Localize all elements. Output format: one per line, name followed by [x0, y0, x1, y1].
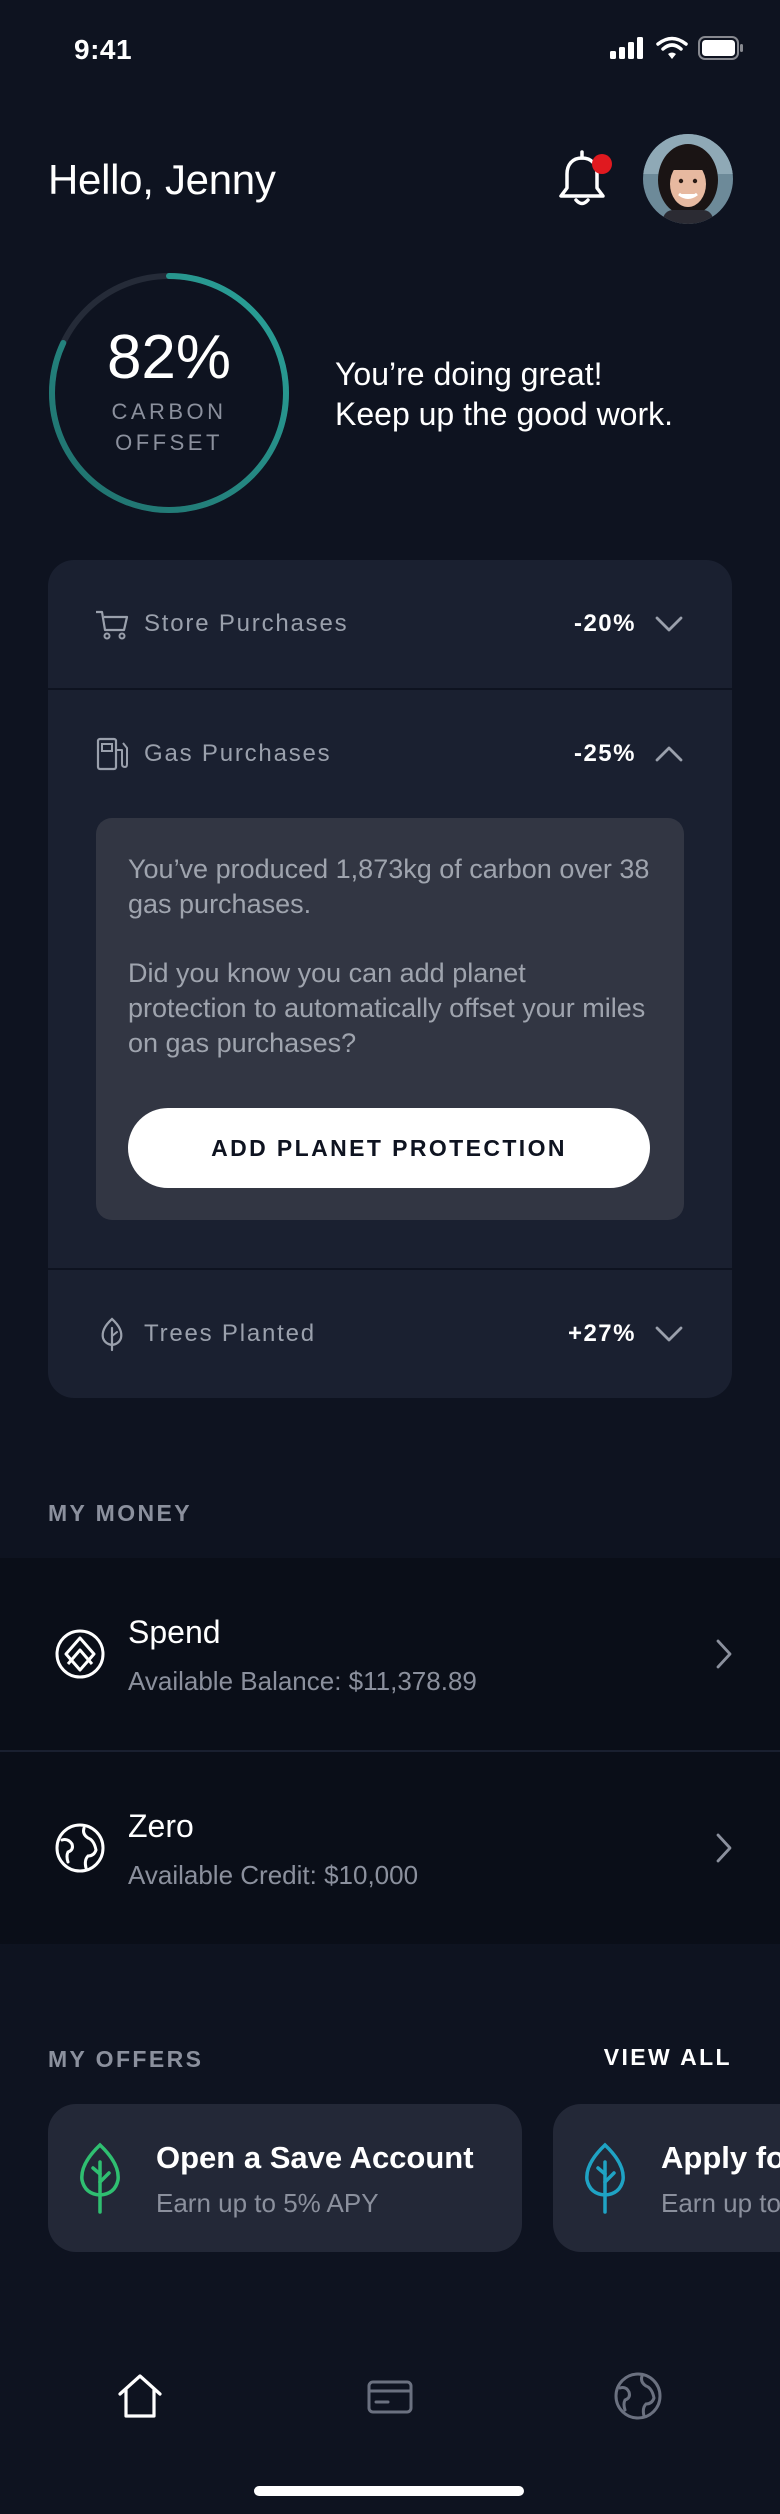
home-indicator[interactable]: [254, 2486, 524, 2496]
trees-planted-label: Trees Planted: [144, 1320, 316, 1347]
offer-subtitle: Earn up to: [661, 2188, 780, 2218]
store-purchases-value: -20%: [573, 610, 636, 637]
avatar[interactable]: [643, 134, 733, 224]
chevron-down-icon[interactable]: [654, 1324, 684, 1344]
card-icon[interactable]: [362, 2368, 418, 2424]
tree-icon: [80, 2142, 120, 2214]
store-purchases-row[interactable]: Store Purchases -20%: [48, 560, 732, 688]
tree-icon: [585, 2142, 625, 2214]
spend-account-row[interactable]: Spend Available Balance: $11,378.89: [0, 1558, 780, 1750]
avatar-portrait: [643, 134, 733, 224]
planet-protection-prompt: Did you know you can add planet protecti…: [128, 958, 646, 1058]
greeting: Hello, Jenny: [48, 156, 276, 203]
offer-card-save-account[interactable]: Open a Save Account Earn up to 5% APY: [48, 2104, 522, 2252]
zero-account-name: Zero: [128, 1808, 194, 1844]
chevron-down-icon[interactable]: [654, 614, 684, 634]
zero-available-credit: Available Credit: $10,000: [128, 1860, 419, 1890]
chevron-right-icon[interactable]: [714, 1638, 734, 1670]
gas-purchases-value: -25%: [573, 740, 636, 767]
spend-available-balance: Available Balance: $11,378.89: [128, 1666, 477, 1696]
battery-icon: [698, 36, 743, 60]
offer-title: Apply fo: [661, 2140, 780, 2175]
gas-pump-icon: [96, 737, 128, 771]
my-offers-title: MY OFFERS: [48, 2046, 204, 2072]
status-time: 9:41: [74, 34, 133, 65]
carbon-offset-label: CARBON OFFSET: [111, 399, 227, 455]
signal-icon: [610, 37, 643, 59]
home-icon[interactable]: [112, 2368, 168, 2424]
view-all-link[interactable]: VIEW ALL: [604, 2044, 732, 2071]
carbon-offset-percent: 82%: [106, 323, 232, 392]
my-money-title: MY MONEY: [48, 1500, 193, 1526]
status-icons: [610, 36, 744, 60]
add-planet-protection-button[interactable]: ADD PLANET PROTECTION: [128, 1108, 650, 1188]
trees-planted-value: +27%: [567, 1320, 636, 1347]
trees-planted-row[interactable]: Trees Planted +27%: [48, 1270, 732, 1398]
globe-icon: [55, 1823, 105, 1873]
offer-title: Open a Save Account: [156, 2140, 474, 2175]
globe-icon[interactable]: [610, 2368, 666, 2424]
gas-purchases-label: Gas Purchases: [144, 740, 332, 767]
spend-logo-icon: [55, 1629, 105, 1679]
wifi-icon: [656, 36, 688, 59]
chevron-up-icon[interactable]: [654, 744, 684, 764]
offer-card-apply[interactable]: Apply fo Earn up to: [553, 2104, 780, 2252]
store-purchases-label: Store Purchases: [144, 610, 349, 637]
spend-account-name: Spend: [128, 1614, 221, 1650]
notification-dot: [592, 154, 612, 174]
encouragement-message: You’re doing great! Keep up the good wor…: [335, 356, 674, 432]
offer-subtitle: Earn up to 5% APY: [156, 2188, 379, 2218]
carbon-offset-ring: [49, 273, 289, 513]
leaf-icon: [101, 1317, 123, 1352]
gas-info-text: You’ve produced 1,873kg of carbon over 3…: [128, 854, 650, 919]
shopping-cart-icon: [96, 610, 129, 640]
chevron-right-icon[interactable]: [714, 1832, 734, 1864]
gas-purchases-row[interactable]: Gas Purchases -25%: [48, 690, 732, 818]
zero-account-row[interactable]: Zero Available Credit: $10,000: [0, 1752, 780, 1944]
